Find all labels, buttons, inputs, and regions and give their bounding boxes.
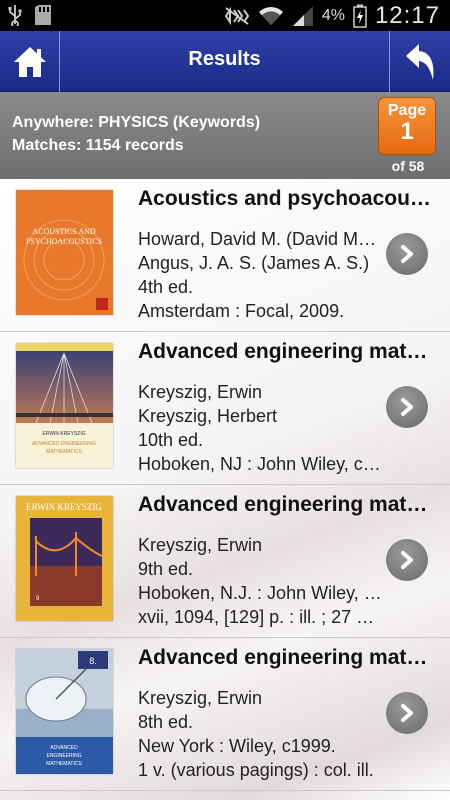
- result-author: Kreyszig, Erwin: [138, 382, 263, 402]
- svg-text:ERWIN KREYSZIG: ERWIN KREYSZIG: [42, 431, 85, 437]
- battery-charging-icon: [353, 4, 367, 28]
- result-title: Advanced engineering mathematics: [138, 493, 440, 516]
- page-total: of 58: [391, 158, 425, 174]
- result-title: Advanced engineering mathematics: [138, 340, 440, 363]
- result-item[interactable]: ERWIN KREYSZIG 9 Advanced engineering ma…: [0, 485, 450, 638]
- result-publisher: New York : Wiley, c1999.: [138, 736, 336, 756]
- open-result-button[interactable]: [386, 386, 428, 428]
- result-title: Advanced engineering mathematics: [138, 646, 440, 669]
- svg-text:ERWIN KREYSZIG: ERWIN KREYSZIG: [26, 502, 102, 512]
- result-description: xvii, 1094, [129] p. : ill. ; 27 cm.: [138, 607, 382, 627]
- mute-icon: [224, 6, 250, 26]
- book-cover-image: ERWIN KREYSZIG 9: [16, 496, 113, 621]
- search-summary: Anywhere: PHYSICS (Keywords) Matches: 11…: [0, 92, 450, 179]
- result-details: Kreyszig, Erwin Kreyszig, Herbert 10th e…: [138, 380, 382, 474]
- chevron-right-icon: [401, 704, 413, 722]
- sd-card-icon: [35, 5, 51, 25]
- open-result-button[interactable]: [386, 539, 428, 581]
- result-author: Howard, David M. (David Martin): [138, 229, 382, 249]
- result-title: Acoustics and psychoacoustics: [138, 187, 440, 210]
- result-author: Kreyszig, Erwin: [138, 535, 263, 555]
- match-count: Matches: 1154 records: [12, 137, 184, 154]
- status-left-icons: [8, 4, 52, 26]
- result-item[interactable]: ACOUSTICS AND PSYCHOACOUSTICS Acoustics …: [0, 179, 450, 332]
- result-edition: 8th ed.: [138, 712, 194, 732]
- results-list[interactable]: ACOUSTICS AND PSYCHOACOUSTICS Acoustics …: [0, 179, 450, 800]
- status-bar: 4% 12:17: [0, 0, 450, 31]
- result-item[interactable]: 8. ADVANCED ENGINEERING MATHEMATICS Adva…: [0, 638, 450, 791]
- result-edition: 9th ed.: [138, 559, 194, 579]
- svg-text:MATHEMATICS: MATHEMATICS: [46, 761, 82, 767]
- chevron-right-icon: [401, 398, 413, 416]
- result-edition: 4th ed.: [138, 277, 194, 297]
- result-author: Angus, J. A. S. (James A. S.): [138, 253, 370, 273]
- chevron-right-icon: [401, 245, 413, 263]
- result-description: 1 v. (various pagings) : col. ill.: [138, 760, 374, 780]
- wifi-icon: [258, 7, 283, 25]
- result-publisher: Amsterdam : Focal, 2009.: [138, 301, 345, 321]
- result-edition: 10th ed.: [138, 430, 204, 450]
- svg-text:8.: 8.: [89, 656, 97, 666]
- result-details: Kreyszig, Erwin 8th ed. New York : Wiley…: [138, 686, 382, 780]
- page-number: 1: [400, 118, 414, 145]
- page-title: Results: [188, 48, 261, 70]
- clock: 12:17: [374, 2, 440, 29]
- open-result-button[interactable]: [386, 692, 428, 734]
- book-cover-image: ACOUSTICS AND PSYCHOACOUSTICS: [16, 190, 113, 315]
- result-author: Kreyszig, Herbert: [138, 406, 278, 426]
- page-selector[interactable]: Page 1: [378, 97, 436, 155]
- result-publisher: Hoboken, NJ : John Wiley, c2011.: [138, 454, 382, 474]
- svg-text:ACOUSTICS AND: ACOUSTICS AND: [32, 227, 96, 236]
- home-icon: [13, 46, 46, 77]
- search-query: Anywhere: PHYSICS (Keywords): [12, 114, 261, 131]
- svg-text:ENGINEERING: ENGINEERING: [46, 753, 81, 759]
- back-button[interactable]: [389, 31, 450, 92]
- status-right-icons: 4% 12:17: [224, 2, 440, 30]
- svg-text:ADVANCED: ADVANCED: [50, 745, 78, 751]
- open-result-button[interactable]: [386, 233, 428, 275]
- usb-icon: [8, 5, 22, 26]
- title-bar: Results: [0, 31, 450, 92]
- chevron-right-icon: [401, 551, 413, 569]
- book-cover-image: ERWIN KREYSZIG ADVANCED ENGINEERING MATH…: [16, 343, 113, 468]
- svg-text:ADVANCED ENGINEERING: ADVANCED ENGINEERING: [32, 441, 96, 447]
- result-author: Kreyszig, Erwin: [138, 688, 263, 708]
- svg-text:PSYCHOACOUSTICS: PSYCHOACOUSTICS: [26, 237, 102, 246]
- book-cover-image: 8. ADVANCED ENGINEERING MATHEMATICS: [16, 649, 113, 774]
- back-arrow-icon: [406, 43, 434, 80]
- svg-text:MATHEMATICS: MATHEMATICS: [46, 449, 82, 455]
- battery-percent: 4%: [321, 7, 345, 24]
- home-button[interactable]: [0, 31, 60, 92]
- result-details: Howard, David M. (David Martin) Angus, J…: [138, 227, 382, 321]
- result-publisher: Hoboken, N.J. : John Wiley, c2006.: [138, 583, 382, 603]
- result-item[interactable]: ERWIN KREYSZIG ADVANCED ENGINEERING MATH…: [0, 332, 450, 485]
- signal-icon: [292, 6, 313, 26]
- result-details: Kreyszig, Erwin 9th ed. Hoboken, N.J. : …: [138, 533, 382, 627]
